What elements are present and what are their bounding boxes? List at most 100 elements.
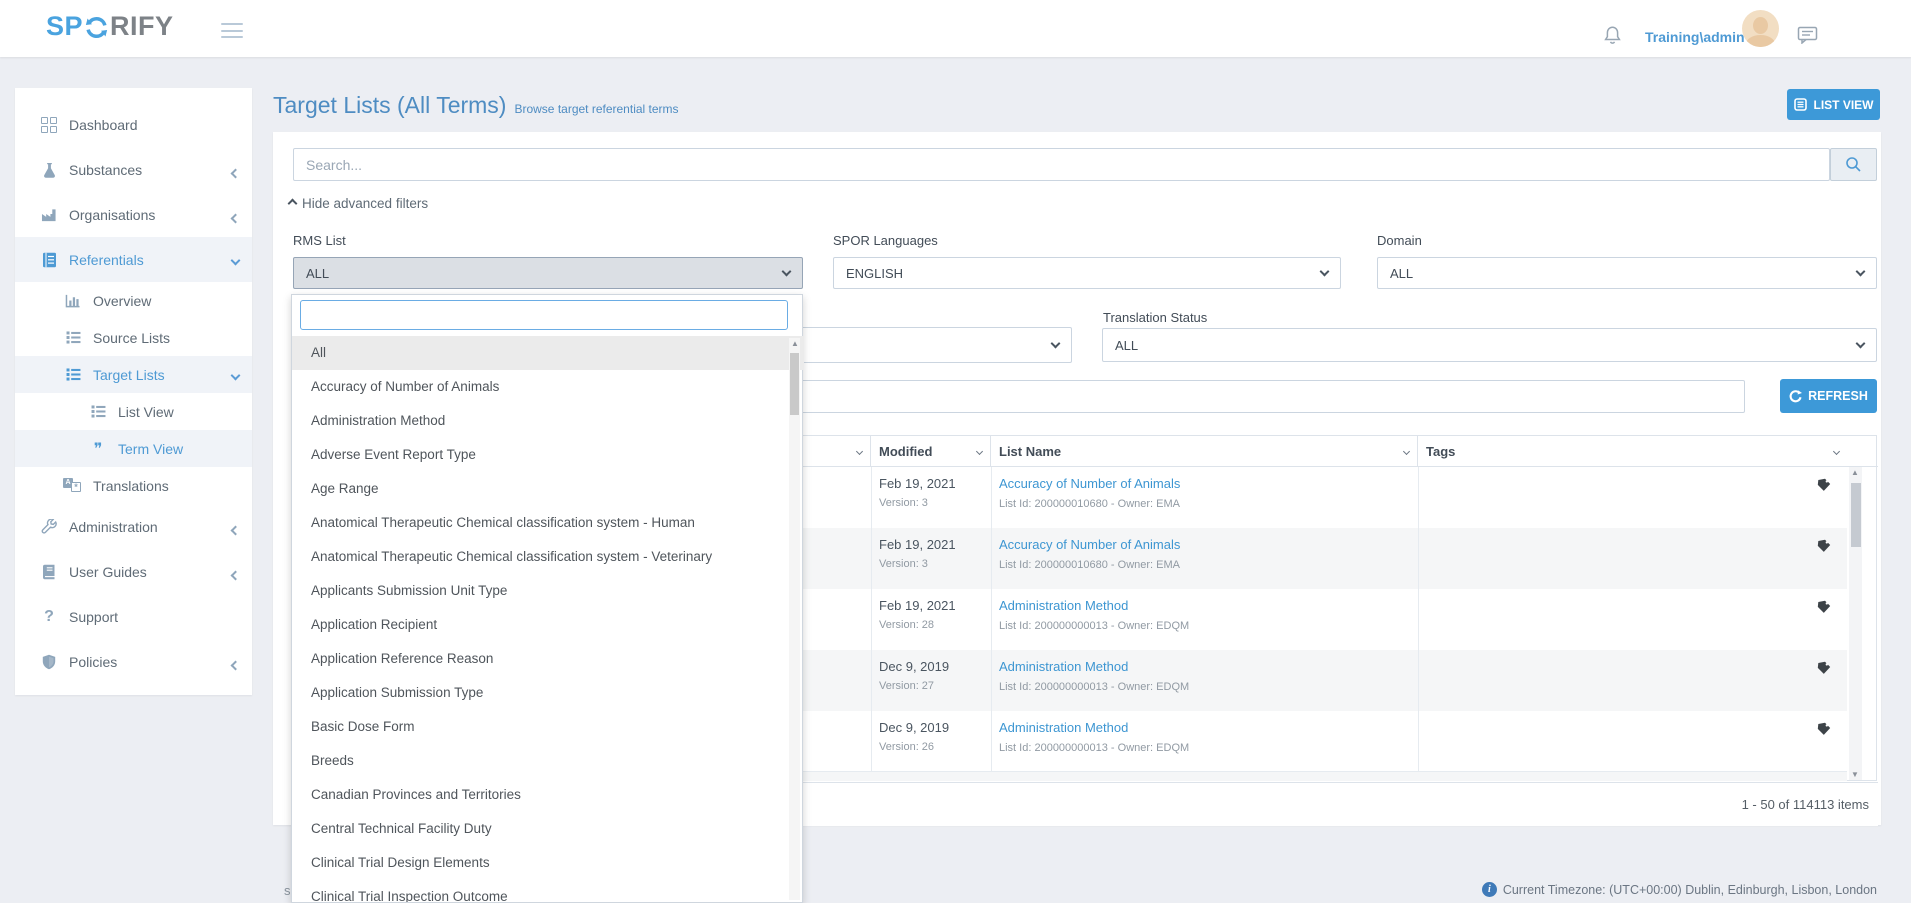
sporify-logo[interactable]: SP RIFY [46,11,174,42]
chevron-left-icon [231,213,241,223]
table-scrollbar[interactable]: ▲ ▼ [1849,467,1862,780]
info-icon: i [1482,882,1497,897]
sidebar-item-referentials[interactable]: Referentials [15,237,252,282]
dropdown-scrollbar[interactable]: ▲ [789,338,800,900]
factory-icon [39,207,59,222]
sidebar-item-support[interactable]: ? Support [15,594,252,639]
scroll-down-icon[interactable]: ▼ [1851,770,1859,779]
scroll-up-icon[interactable]: ▲ [791,339,799,348]
chevron-left-icon [231,660,241,670]
sort-chevron-icon [856,447,863,454]
page-subtitle: Browse target referential terms [514,102,678,116]
tag-icon[interactable] [1817,661,1831,680]
dropdown-item-list: AllAccuracy of Number of AnimalsAdminist… [292,336,804,902]
list-meta: List Id: 200000000013 - Owner: EDQM [999,742,1189,754]
flask-icon [39,162,59,178]
sidebar-item-term-view[interactable]: ❞Term View [15,430,252,467]
sidebar-item-policies[interactable]: Policies [15,639,252,684]
sidebar-item-label: Dashboard [69,117,138,133]
user-menu[interactable]: Training\admin [1645,29,1745,45]
sidebar-item-dashboard[interactable]: Dashboard [15,102,252,147]
dropdown-item[interactable]: Adverse Event Report Type [292,438,804,472]
dropdown-item[interactable]: Central Technical Facility Duty [292,812,804,846]
chat-icon[interactable] [1797,26,1818,49]
dropdown-item[interactable]: Application Reference Reason [292,642,804,676]
list-name-link[interactable]: Accuracy of Number of Animals [999,476,1180,491]
top-navbar: SP RIFY Training\admin [0,0,1911,57]
dropdown-item[interactable]: Canadian Provinces and Territories [292,778,804,812]
dropdown-filter-input[interactable] [300,300,788,330]
tag-icon[interactable] [1817,600,1831,619]
dropdown-item[interactable]: Application Submission Type [292,676,804,710]
search-input[interactable] [293,148,1830,181]
column-header-list-name[interactable]: List Name [991,436,1418,466]
dropdown-item[interactable]: Anatomical Therapeutic Chemical classifi… [292,506,804,540]
scroll-up-icon[interactable]: ▲ [1851,468,1859,477]
sidebar-item-source-lists[interactable]: Source Lists [15,319,252,356]
sidebar-item-translations[interactable]: A*Translations [15,467,252,504]
modified-date: Feb 19, 2021 [879,598,956,613]
sidebar-item-label: Support [69,609,118,625]
sidebar-item-list-view[interactable]: List View [15,393,252,430]
logo-text-sp: SP [46,11,83,42]
tag-icon[interactable] [1817,539,1831,558]
scrollbar-thumb[interactable] [1851,483,1861,547]
chevron-down-icon [1856,339,1866,349]
dropdown-item[interactable]: Clinical Trial Design Elements [292,846,804,880]
list-meta: List Id: 200000010680 - Owner: EMA [999,498,1180,510]
list-view-button[interactable]: LIST VIEW [1787,89,1880,120]
dropdown-item[interactable]: Age Range [292,472,804,506]
logo-text-rify: RIFY [110,11,174,42]
dropdown-item[interactable]: Clinical Trial Inspection Outcome [292,880,804,902]
sidebar-item-overview[interactable]: Overview [15,282,252,319]
sidebar-item-label: Term View [118,441,183,457]
translation-status-select[interactable]: ALL [1102,328,1877,362]
sidebar-item-label: Target Lists [93,367,165,383]
sync-icon [84,15,109,40]
dropdown-item[interactable]: All [292,336,804,370]
sort-chevron-icon [976,447,983,454]
sidebar-item-label: Overview [93,293,151,309]
rms-list-select[interactable]: ALL [293,257,803,289]
dropdown-item[interactable]: Accuracy of Number of Animals [292,370,804,404]
scrollbar-thumb[interactable] [790,353,799,415]
bar-chart-icon [63,294,83,308]
sidebar-item-target-lists[interactable]: Target Lists [15,356,252,393]
question-icon: ? [39,608,59,626]
dropdown-item[interactable]: Administration Method [292,404,804,438]
avatar[interactable] [1742,10,1779,47]
column-header-modified[interactable]: Modified [871,436,991,466]
refresh-button[interactable]: REFRESH [1780,379,1877,413]
tag-icon[interactable] [1817,478,1831,497]
chevron-left-icon [231,570,241,580]
dropdown-item[interactable]: Application Recipient [292,608,804,642]
sidebar-item-user-guides[interactable]: User Guides [15,549,252,594]
list-name-link[interactable]: Administration Method [999,598,1128,613]
dropdown-item[interactable]: Basic Dose Form [292,710,804,744]
sidebar-item-substances[interactable]: Substances [15,147,252,192]
timezone-footer: i Current Timezone: (UTC+00:00) Dublin, … [1482,882,1877,897]
sidebar-item-organisations[interactable]: Organisations [15,192,252,237]
spor-languages-select[interactable]: ENGLISH [833,257,1341,289]
shield-icon [39,654,59,670]
sidebar-item-administration[interactable]: Administration [15,504,252,549]
dropdown-item[interactable]: Applicants Submission Unit Type [292,574,804,608]
pagination-text: 1 - 50 of 114113 items [1742,797,1869,812]
hide-advanced-filters-link[interactable]: Hide advanced filters [289,196,428,211]
list-name-link[interactable]: Administration Method [999,659,1128,674]
list-icon [88,405,108,418]
dropdown-item[interactable]: Anatomical Therapeutic Chemical classifi… [292,540,804,574]
sidebar-nav: Dashboard SubstancesOrganisationsReferent… [15,88,252,695]
dropdown-item[interactable]: Breeds [292,744,804,778]
hamburger-menu-icon[interactable] [221,23,243,38]
list-name-link[interactable]: Administration Method [999,720,1128,735]
modified-date: Feb 19, 2021 [879,537,956,552]
bell-icon[interactable] [1603,25,1622,51]
list-name-link[interactable]: Accuracy of Number of Animals [999,537,1180,552]
chevron-down-icon [231,370,241,380]
column-header-tags[interactable]: Tags [1418,436,1847,466]
tag-icon[interactable] [1817,722,1831,741]
domain-label: Domain [1377,233,1422,248]
search-button[interactable] [1830,148,1877,181]
domain-select[interactable]: ALL [1377,257,1877,289]
